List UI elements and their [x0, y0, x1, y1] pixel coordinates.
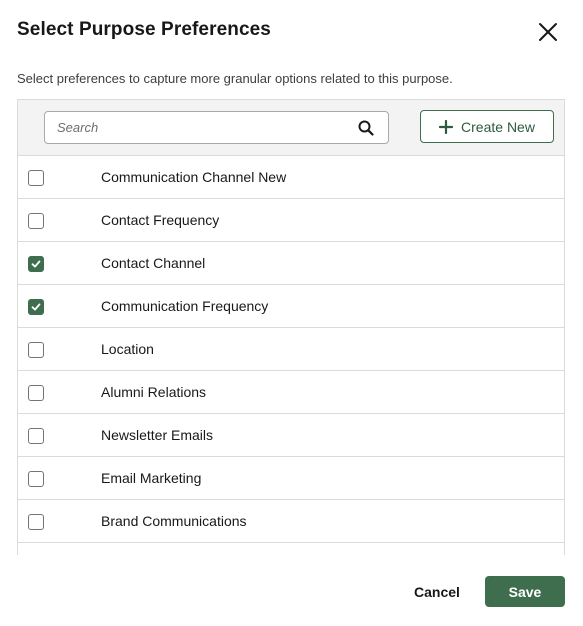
- preference-checkbox[interactable]: [28, 385, 44, 401]
- list-item: Location: [18, 328, 564, 371]
- close-icon: [539, 23, 557, 41]
- create-new-label: Create New: [461, 118, 535, 135]
- preference-checkbox[interactable]: [28, 213, 44, 229]
- preference-checkbox[interactable]: [28, 170, 44, 186]
- list-item: Alumni Relations: [18, 371, 564, 414]
- modal-subtitle: Select preferences to capture more granu…: [17, 71, 453, 86]
- close-button[interactable]: [535, 19, 561, 45]
- list-item-partial: [18, 543, 564, 555]
- checkmark-icon: [31, 303, 41, 311]
- panel-toolbar: Create New: [18, 100, 564, 156]
- preference-checkbox[interactable]: [28, 299, 44, 315]
- preferences-panel: Create New Communication Channel New Con…: [17, 99, 565, 555]
- list-item: Contact Channel: [18, 242, 564, 285]
- list-item: Contact Frequency: [18, 199, 564, 242]
- preference-label: Brand Communications: [101, 513, 247, 529]
- preference-label: Email Marketing: [101, 470, 202, 486]
- checkmark-icon: [31, 260, 41, 268]
- preference-label: Contact Frequency: [101, 212, 220, 228]
- list-item: Communication Channel New: [18, 156, 564, 199]
- modal-title: Select Purpose Preferences: [17, 19, 271, 40]
- preference-checkbox[interactable]: [28, 256, 44, 272]
- search-icon[interactable]: [358, 120, 374, 136]
- list-item: Brand Communications: [18, 500, 564, 543]
- preference-label: Location: [101, 341, 154, 357]
- preference-label: Newsletter Emails: [101, 427, 214, 443]
- preference-label: Communication Channel New: [101, 169, 287, 185]
- cancel-button[interactable]: Cancel: [402, 576, 472, 607]
- search-box: [44, 111, 389, 144]
- plus-icon: [439, 119, 454, 134]
- save-button[interactable]: Save: [485, 576, 565, 607]
- list-item: Email Marketing: [18, 457, 564, 500]
- list-item: Communication Frequency: [18, 285, 564, 328]
- preferences-list: Communication Channel New Contact Freque…: [18, 156, 564, 555]
- preference-label: Contact Channel: [101, 255, 206, 271]
- preference-checkbox[interactable]: [28, 342, 44, 358]
- preference-checkbox[interactable]: [28, 428, 44, 444]
- preference-checkbox[interactable]: [28, 514, 44, 530]
- preference-label: Alumni Relations: [101, 384, 207, 400]
- list-item: Newsletter Emails: [18, 414, 564, 457]
- purpose-preferences-modal: Select Purpose Preferences Select prefer…: [0, 0, 583, 626]
- search-input[interactable]: [45, 112, 345, 143]
- preference-checkbox[interactable]: [28, 471, 44, 487]
- preference-label: Communication Frequency: [101, 298, 269, 314]
- create-new-button[interactable]: Create New: [420, 110, 554, 143]
